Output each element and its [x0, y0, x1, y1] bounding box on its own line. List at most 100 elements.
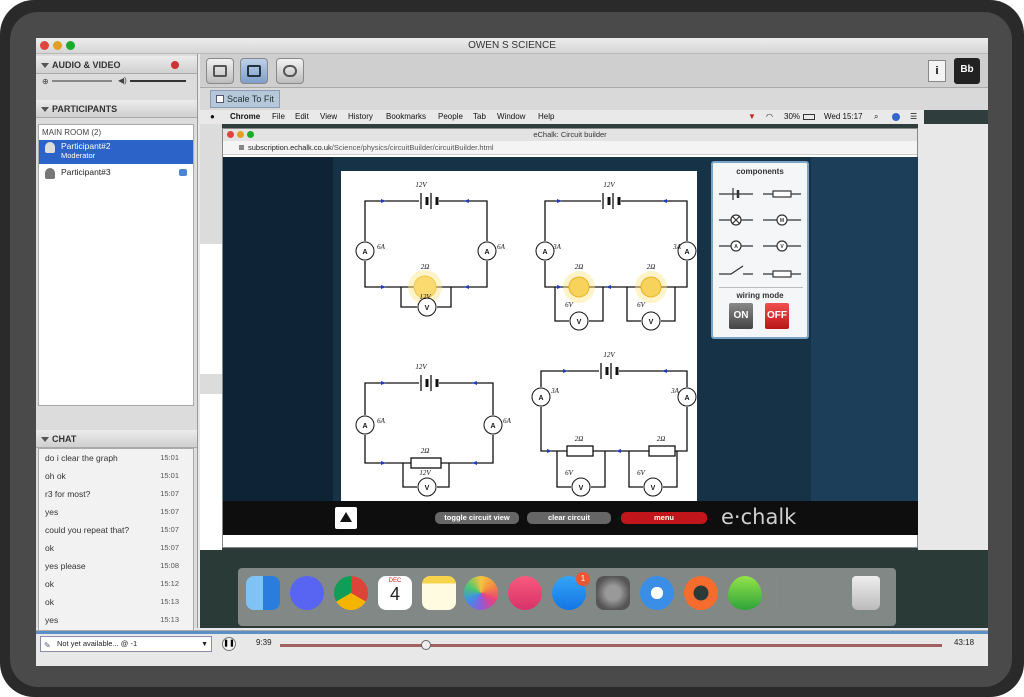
participants-header[interactable]: PARTICIPANTS: [36, 100, 197, 118]
info-button[interactable]: i: [928, 60, 946, 82]
close-window-button[interactable]: [40, 41, 49, 50]
settings-icon[interactable]: [596, 576, 630, 610]
pause-button[interactable]: ❚❚: [222, 637, 236, 651]
browser-titlebar: eChalk: Circuit builder: [223, 129, 917, 141]
apple-icon[interactable]: ●: [210, 110, 215, 124]
photos-icon[interactable]: [464, 576, 498, 610]
chrome-icon[interactable]: [334, 576, 368, 610]
appstore-icon[interactable]: 1: [552, 572, 590, 610]
music-icon[interactable]: [508, 576, 542, 610]
menu-item[interactable]: Bookmarks: [386, 110, 426, 124]
lamp-component[interactable]: [719, 214, 753, 226]
sims-icon[interactable]: [728, 576, 762, 610]
menu-item[interactable]: Edit: [295, 110, 309, 124]
resistance-label: 2Ω: [575, 435, 584, 443]
chat-header[interactable]: CHAT: [36, 430, 197, 448]
web-tour-button[interactable]: [276, 58, 304, 84]
spotlight-icon[interactable]: ⌕: [874, 110, 878, 124]
battery-component[interactable]: [719, 188, 753, 200]
collaborate-window: OWEN S SCIENCE AUDIO & VIDEO ⊕ ◀) PARTIC…: [36, 38, 988, 666]
speaker-volume-slider[interactable]: [130, 80, 186, 82]
url-path: /Science/physics/circuitBuilder/circuitB…: [331, 143, 494, 152]
mic-settings-icon[interactable]: [171, 61, 179, 69]
notification-center-icon[interactable]: ☰: [910, 110, 917, 124]
current-label: 6A: [497, 243, 506, 251]
chat-text: could you repeat that?: [45, 525, 130, 535]
zoom-window-button[interactable]: [66, 41, 75, 50]
origin-icon[interactable]: [684, 576, 718, 610]
whiteboard-tool-button[interactable]: [206, 58, 234, 84]
app-share-button[interactable]: [240, 58, 268, 84]
menu-item[interactable]: Window: [497, 110, 525, 124]
home-button[interactable]: [335, 507, 357, 529]
lamp-icon: [568, 276, 590, 298]
mic-volume-slider[interactable]: [52, 80, 112, 82]
voltmeter-symbol: V: [651, 485, 656, 492]
chat-time: 15:07: [160, 525, 179, 534]
zoom-browser-button[interactable]: [247, 131, 254, 138]
chat-bubble-icon[interactable]: [179, 169, 187, 176]
toggle-circuit-view-button[interactable]: toggle circuit view: [435, 512, 519, 524]
playback-track[interactable]: [280, 644, 942, 647]
current-label: 3A: [672, 243, 682, 251]
minimize-window-button[interactable]: [53, 41, 62, 50]
menu-item[interactable]: File: [272, 110, 285, 124]
playback-slider-thumb[interactable]: [420, 640, 431, 650]
clear-circuit-button[interactable]: clear circuit: [527, 512, 611, 524]
scale-to-fit-button[interactable]: Scale To Fit: [210, 90, 280, 108]
battery-percent[interactable]: 30%: [784, 110, 800, 124]
discord-icon[interactable]: [290, 576, 324, 610]
audio-video-header[interactable]: AUDIO & VIDEO: [36, 56, 197, 74]
safari-icon[interactable]: [640, 576, 674, 610]
close-browser-button[interactable]: [227, 131, 234, 138]
menu-app-name[interactable]: Chrome: [230, 110, 260, 124]
ammeter-symbol: A: [484, 249, 489, 256]
trash-icon[interactable]: [852, 576, 880, 610]
chat-time: 15:07: [160, 507, 179, 516]
participant-row[interactable]: Participant#3: [39, 166, 193, 179]
siri-icon[interactable]: [892, 113, 900, 121]
menu-item[interactable]: Tab: [473, 110, 486, 124]
mac-menubar: ● Chrome File Edit View History Bookmark…: [200, 110, 924, 124]
wiring-mode-title: wiring mode: [736, 291, 784, 300]
resistance-label: 2Ω: [421, 263, 430, 271]
background-panel: [200, 244, 222, 374]
wifi-icon[interactable]: ◠: [766, 110, 773, 124]
calendar-icon[interactable]: DEC 4: [378, 576, 412, 610]
resistor-component[interactable]: [763, 190, 801, 198]
menu-item[interactable]: People: [438, 110, 463, 124]
wiring-off-button[interactable]: OFF: [765, 303, 789, 329]
address-bar[interactable]: subscription.echalk.co.uk/Science/physic…: [223, 141, 917, 155]
main-room-label: MAIN ROOM (2): [42, 128, 102, 137]
caption-dropdown[interactable]: ✎ Not yet available... @ -1 ▼: [40, 636, 212, 652]
browser-tab-title[interactable]: eChalk: Circuit builder: [533, 130, 606, 139]
fuse-component[interactable]: [763, 270, 801, 278]
voltmeter-symbol: V: [649, 319, 654, 326]
menu-button[interactable]: menu: [621, 512, 707, 524]
menubar-clock[interactable]: Wed 15:17: [824, 110, 863, 124]
wiring-on-button[interactable]: ON: [729, 303, 753, 329]
finder-icon[interactable]: [246, 576, 280, 610]
switch-component[interactable]: [719, 265, 753, 275]
chat-text: yes: [45, 507, 59, 517]
mic-icon: ⊕: [42, 77, 49, 86]
chat-text: r3 for most?: [45, 489, 91, 499]
ammeter-symbol: A: [684, 395, 689, 402]
minimize-browser-button[interactable]: [237, 131, 244, 138]
lamp-icon: [640, 276, 662, 298]
calendar-day: 4: [389, 584, 400, 604]
mac-dock: DEC 4 1: [238, 568, 896, 626]
chat-text: ok: [45, 543, 54, 553]
notes-icon[interactable]: [422, 576, 456, 610]
participant-row[interactable]: Participant#2 Moderator: [39, 140, 193, 164]
circuit-builder-canvas[interactable]: 12V 2Ω 12V 6A 6A 12V 2Ω 2Ω 6V 6V 3A 3A 1…: [223, 157, 919, 529]
background-window: [200, 124, 222, 564]
current-label: 3A: [552, 243, 562, 251]
chat-text: oh ok: [45, 471, 66, 481]
voltage-label: 6V: [565, 301, 574, 309]
audio-video-title: AUDIO & VIDEO: [52, 60, 121, 70]
menu-item[interactable]: View: [320, 110, 337, 124]
antivirus-icon[interactable]: ▼: [748, 110, 756, 124]
menu-item[interactable]: Help: [538, 110, 554, 124]
menu-item[interactable]: History: [348, 110, 373, 124]
